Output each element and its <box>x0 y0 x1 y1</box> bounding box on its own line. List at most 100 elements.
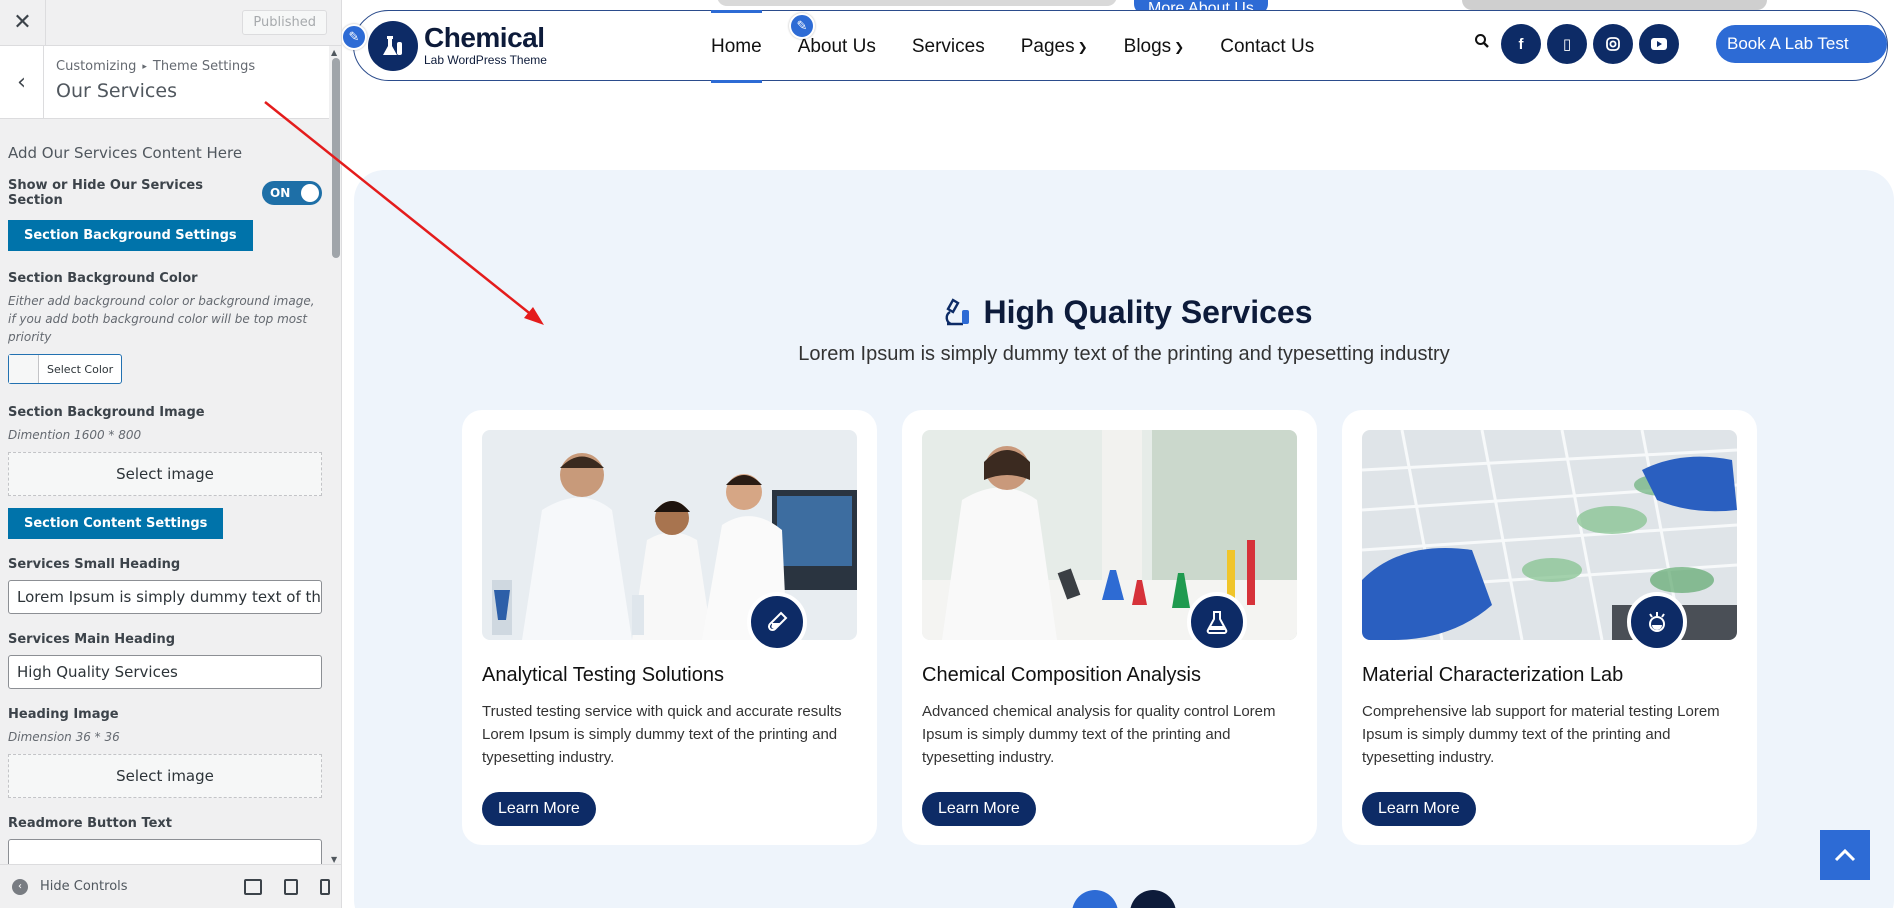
logo-name: Chemical <box>424 22 545 53</box>
learn-more-button[interactable]: Learn More <box>1362 792 1476 826</box>
small-heading-input[interactable]: Lorem Ipsum is simply dummy text of the <box>8 580 322 614</box>
nav-label: About Us <box>797 35 876 57</box>
chevron-down-icon: ❯ <box>1174 39 1185 54</box>
service-title: Chemical Composition Analysis <box>922 664 1202 686</box>
main-heading-input[interactable]: High Quality Services <box>8 655 322 689</box>
nav-label: Pages <box>1020 35 1075 57</box>
carousel-dots <box>354 890 1894 908</box>
site-header: Chemical Lab WordPress Theme Home About … <box>353 10 1888 83</box>
nav-item-services[interactable]: Services <box>912 11 985 82</box>
breadcrumb-separator-icon: ▸ <box>142 61 147 72</box>
book-lab-test-button[interactable]: Book A Lab Test <box>1716 25 1887 63</box>
facebook-icon[interactable]: f <box>1501 24 1541 64</box>
breadcrumb: Customizing ▸ Theme Settings <box>56 59 255 74</box>
breadcrumb-item-theme-settings: Theme Settings <box>152 59 256 74</box>
search-icon[interactable] <box>1474 33 1490 54</box>
nav-label: Services <box>911 35 985 57</box>
service-title: Analytical Testing Solutions <box>482 664 724 686</box>
small-heading-label: Services Small Heading <box>8 557 181 572</box>
logo-tagline: Lab WordPress Theme <box>424 53 547 67</box>
select-color-label: Select Color <box>47 362 114 376</box>
select-color-button[interactable]: Select Color <box>8 354 123 384</box>
section-intro: Add Our Services Content Here <box>8 144 243 162</box>
nav-item-home[interactable]: Home <box>711 10 762 83</box>
bg-image-desc: Dimention 1600 * 800 <box>8 428 142 442</box>
breadcrumb-item-customizing: Customizing <box>56 59 137 74</box>
published-button[interactable]: Published <box>242 10 327 35</box>
logo-text: Chemical Lab WordPress Theme <box>424 22 547 68</box>
service-card: Analytical Testing Solutions Trusted tes… <box>462 410 877 845</box>
scroll-up-icon[interactable]: ▲ <box>331 48 337 57</box>
scroll-down-icon[interactable]: ▼ <box>331 855 337 864</box>
heading-image-desc: Dimension 36 * 36 <box>8 730 120 744</box>
service-description: Comprehensive lab support for material t… <box>1362 703 1720 766</box>
hero-image-strip <box>1462 0 1767 10</box>
services-heading-text: High Quality Services <box>983 293 1313 330</box>
bg-settings-button[interactable]: Section Background Settings <box>8 220 253 251</box>
test-tube-icon <box>747 592 807 652</box>
select-heading-image-button[interactable]: Select image <box>8 754 322 798</box>
scrollbar-thumb[interactable] <box>332 58 340 258</box>
nav-label: Home <box>711 35 762 57</box>
main-heading-label: Services Main Heading <box>8 632 176 647</box>
mobile-preview-icon[interactable] <box>320 878 330 895</box>
color-swatch <box>9 355 39 383</box>
services-heading: High Quality Services <box>354 292 1894 332</box>
heading-image-label: Heading Image <box>8 707 119 722</box>
customizer-top-bar: ✕ Published <box>0 0 341 46</box>
youtube-icon[interactable] <box>1639 24 1679 64</box>
nav-label: Contact Us <box>1220 35 1315 57</box>
bg-image-label: Section Background Image <box>8 405 205 420</box>
show-hide-label: Show or Hide Our Services Section <box>8 178 203 208</box>
bg-color-desc: Either add background color or backgroun… <box>8 294 315 344</box>
readmore-label: Readmore Button Text <box>8 816 172 831</box>
instagram-icon[interactable] <box>1593 24 1633 64</box>
service-description: Trusted testing service with quick and a… <box>482 703 842 766</box>
content-settings-button[interactable]: Section Content Settings <box>8 508 224 539</box>
chevron-down-icon: ❯ <box>1077 39 1088 54</box>
panel-titles: Customizing ▸ Theme Settings Our Service… <box>44 46 267 118</box>
learn-more-button[interactable]: Learn More <box>922 792 1036 826</box>
lab-logo-icon <box>368 20 418 71</box>
back-to-top-button[interactable] <box>1820 830 1870 880</box>
tiktok-icon[interactable]: ▯ <box>1547 24 1587 64</box>
panel-title: Our Services <box>56 80 177 102</box>
flask-icon <box>1187 592 1247 652</box>
panel-header: ‹ Customizing ▸ Theme Settings Our Servi… <box>0 46 341 119</box>
tablet-preview-icon[interactable] <box>284 878 298 895</box>
sidebar-scrollbar[interactable]: ▲ ▼ <box>329 46 341 866</box>
edit-pencil-icon[interactable]: ✎ <box>342 24 367 50</box>
services-subheading: Lorem Ipsum is simply dummy text of the … <box>798 343 1450 365</box>
hide-controls-button[interactable]: Hide Controls <box>40 879 128 894</box>
carousel-dot[interactable] <box>1130 890 1176 908</box>
hero-image-strip <box>717 0 1117 6</box>
bg-color-label: Section Background Color <box>8 271 198 286</box>
nav-item-contact-us[interactable]: Contact Us <box>1220 11 1314 82</box>
show-hide-row: Show or Hide Our Services Section ON <box>8 178 322 208</box>
learn-more-button[interactable]: Learn More <box>482 792 596 826</box>
service-card: Chemical Composition Analysis Advanced c… <box>902 410 1317 845</box>
lab-bulb-icon <box>1627 592 1687 652</box>
close-icon[interactable]: ✕ <box>0 0 46 46</box>
device-switcher <box>244 878 330 895</box>
customizer-footer: ‹ Hide Controls <box>0 864 341 908</box>
nav-item-pages[interactable]: Pages ❯ <box>1021 11 1088 82</box>
site-preview: More About Us Chemical Lab WordPress The… <box>342 0 1904 908</box>
back-arrow-icon[interactable]: ‹ <box>0 46 44 118</box>
toggle-knob <box>301 184 319 202</box>
show-hide-toggle[interactable]: ON <box>262 181 322 205</box>
service-title: Material Characterization Lab <box>1362 664 1624 686</box>
social-links: f ▯ <box>1501 24 1679 64</box>
services-section: High Quality Services Lorem Ipsum is sim… <box>354 170 1894 908</box>
nav-item-blogs[interactable]: Blogs ❯ <box>1124 11 1185 82</box>
carousel-dot[interactable] <box>1072 890 1118 908</box>
select-bg-image-button[interactable]: Select image <box>8 452 322 496</box>
hide-controls-icon[interactable]: ‹ <box>12 878 28 895</box>
toggle-state: ON <box>270 186 291 200</box>
customizer-sidebar: ✕ Published ‹ Customizing ▸ Theme Settin… <box>0 0 342 908</box>
desktop-preview-icon[interactable] <box>244 878 262 895</box>
edit-pencil-icon[interactable]: ✎ <box>789 13 815 39</box>
nav-label: Blogs <box>1123 35 1172 57</box>
microscope-icon <box>935 292 975 332</box>
site-logo[interactable]: Chemical Lab WordPress Theme <box>368 20 547 71</box>
